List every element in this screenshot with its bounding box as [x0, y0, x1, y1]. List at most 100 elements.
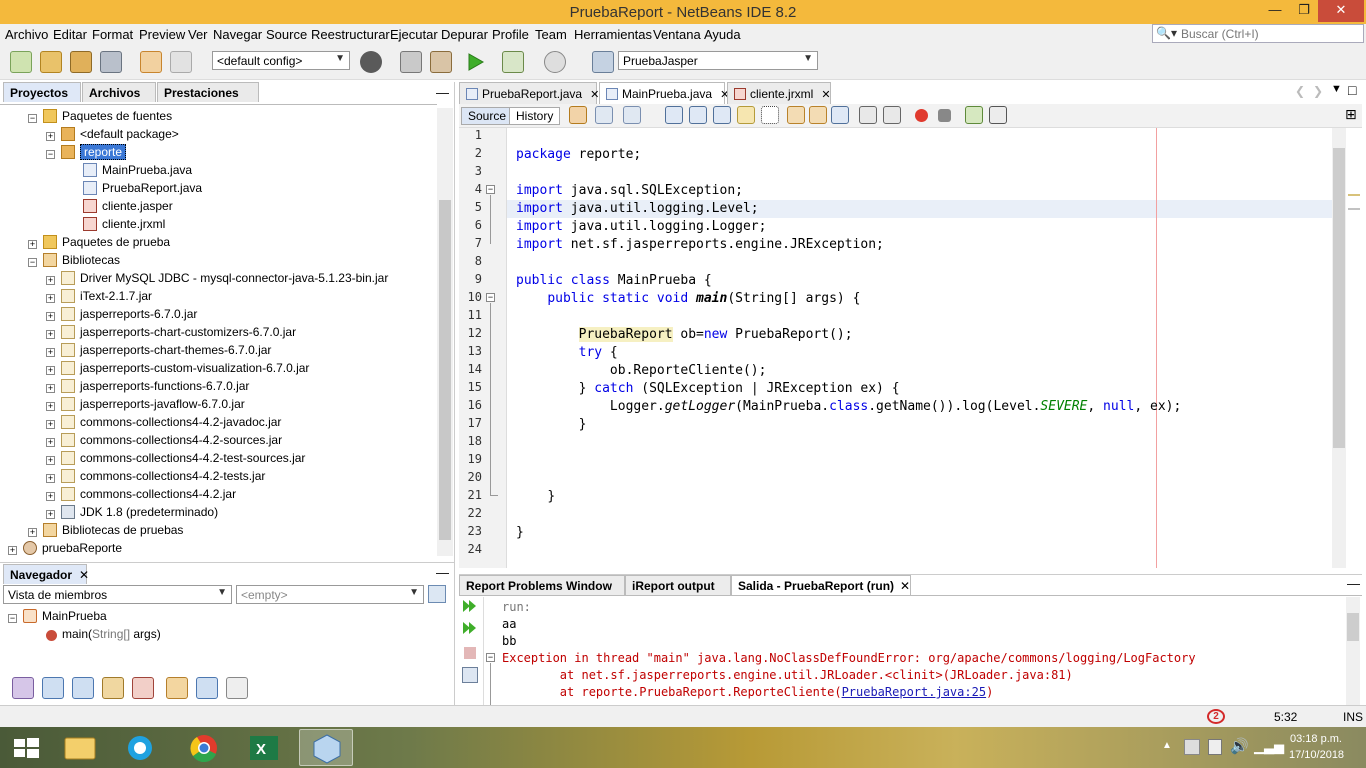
find-next-icon[interactable]: [713, 106, 731, 124]
tree-item[interactable]: + <default package>: [46, 125, 179, 143]
menu-depurar[interactable]: Depurar: [441, 27, 488, 42]
menu-preview[interactable]: Preview: [139, 27, 185, 42]
start-button[interactable]: [0, 729, 54, 766]
chrome-icon[interactable]: [177, 729, 231, 766]
editor-tab-cliente[interactable]: cliente.jrxml ✕: [727, 82, 831, 104]
menu-reestructurar[interactable]: Reestructurar: [311, 27, 390, 42]
comment-icon[interactable]: [965, 106, 983, 124]
tree-item[interactable]: cliente.jasper: [83, 197, 173, 215]
start-macro-icon[interactable]: [915, 109, 928, 122]
rect-select-icon[interactable]: [761, 106, 779, 124]
rerun-params-icon[interactable]: [462, 621, 478, 638]
expand-icon[interactable]: +: [46, 366, 55, 375]
toggle-bookmark-icon[interactable]: [831, 106, 849, 124]
tab-navegador[interactable]: Navegador ✕: [3, 564, 89, 584]
navigator-class[interactable]: − MainPrueba: [8, 607, 107, 625]
shift-left-icon[interactable]: [859, 106, 877, 124]
menu-source[interactable]: Source: [266, 27, 307, 42]
expand-icon[interactable]: +: [46, 474, 55, 483]
scroll-tabs-right-icon[interactable]: ❯: [1313, 84, 1323, 98]
filter-combo[interactable]: <empty> ▼: [236, 585, 424, 604]
menu-editar[interactable]: Editar: [53, 27, 87, 42]
battery-icon[interactable]: [1208, 739, 1222, 755]
editor-scrollbar[interactable]: [1332, 128, 1346, 568]
minimize-panel-icon[interactable]: —: [436, 565, 449, 580]
undo-icon[interactable]: [140, 51, 162, 73]
show-private-icon[interactable]: [102, 677, 124, 699]
clock-date[interactable]: 17/10/2018: [1289, 749, 1344, 761]
minimize-button[interactable]: —: [1260, 0, 1290, 22]
profile-icon[interactable]: [544, 51, 566, 73]
menu-navegar[interactable]: Navegar: [213, 27, 262, 42]
search-box[interactable]: 🔍▾ Buscar (Ctrl+I): [1152, 24, 1364, 43]
expand-icon[interactable]: +: [46, 348, 55, 357]
sort-by-source-icon[interactable]: [226, 677, 248, 699]
expand-icon[interactable]: +: [46, 456, 55, 465]
menu-archivo[interactable]: Archivo: [5, 27, 48, 42]
tab-ireport-output[interactable]: iReport output: [625, 575, 731, 595]
scroll-tabs-left-icon[interactable]: ❮: [1295, 84, 1305, 98]
fold-icon[interactable]: −: [486, 653, 495, 662]
expand-icon[interactable]: +: [46, 330, 55, 339]
expand-icon[interactable]: +: [28, 240, 37, 249]
close-icon[interactable]: ✕: [900, 579, 910, 593]
menu-format[interactable]: Format: [92, 27, 133, 42]
uncomment-icon[interactable]: [989, 106, 1007, 124]
stop-macro-icon[interactable]: [938, 109, 951, 122]
tree-item[interactable]: + commons-collections4-4.2-test-sources.j…: [46, 449, 305, 467]
expand-icon[interactable]: +: [46, 420, 55, 429]
run-icon[interactable]: [464, 51, 486, 73]
expand-icon[interactable]: +: [46, 294, 55, 303]
project-combo[interactable]: PruebaJasper ▼: [618, 51, 818, 70]
file-explorer-icon[interactable]: [53, 729, 107, 766]
new-file-icon[interactable]: [10, 51, 32, 73]
tree-item[interactable]: + Paquetes de prueba: [28, 233, 170, 251]
new-project-icon[interactable]: [40, 51, 62, 73]
menu-profile[interactable]: Profile: [492, 27, 529, 42]
tree-item[interactable]: + pruebaReporte: [8, 539, 122, 557]
expand-icon[interactable]: +: [46, 402, 55, 411]
tab-list-icon[interactable]: ▼: [1331, 83, 1342, 95]
tree-item[interactable]: + jasperreports-6.7.0.jar: [46, 305, 197, 323]
shift-right-icon[interactable]: [883, 106, 901, 124]
last-edit-icon[interactable]: [569, 106, 587, 124]
tree-item[interactable]: − Bibliotecas: [28, 251, 120, 269]
clean-build-icon[interactable]: [430, 51, 452, 73]
projects-scrollbar[interactable]: [437, 108, 453, 556]
menu-ver[interactable]: Ver: [188, 27, 208, 42]
tree-item[interactable]: cliente.jrxml: [83, 215, 165, 233]
tree-item[interactable]: + jasperreports-custom-visualization-6.7.…: [46, 359, 309, 377]
error-stripe-mark[interactable]: [1348, 208, 1360, 210]
expand-icon[interactable]: +: [46, 492, 55, 501]
close-icon[interactable]: ✕: [821, 89, 830, 101]
menu-ventana[interactable]: Ventana: [653, 27, 701, 42]
tree-item[interactable]: MainPrueba.java: [83, 161, 192, 179]
fold-icon[interactable]: −: [486, 185, 495, 194]
scrollbar-thumb[interactable]: [1333, 148, 1345, 448]
save-all-icon[interactable]: [100, 51, 122, 73]
internet-explorer-icon[interactable]: [113, 729, 167, 766]
tab-proyectos[interactable]: Proyectos: [3, 82, 81, 102]
tree-item[interactable]: + jasperreports-chart-customizers-6.7.0.j…: [46, 323, 296, 341]
error-stripe-mark[interactable]: [1348, 194, 1360, 196]
expand-icon[interactable]: +: [46, 276, 55, 285]
prev-bookmark-icon[interactable]: [787, 106, 805, 124]
view-combo[interactable]: Vista de miembros ▼: [3, 585, 232, 604]
fields-filter-icon[interactable]: [12, 677, 34, 699]
maximize-icon[interactable]: □: [1348, 82, 1356, 98]
code-area[interactable]: package reporte; import java.sql.SQLExce…: [507, 128, 1332, 568]
tree-item[interactable]: PruebaReport.java: [83, 179, 202, 197]
excel-icon[interactable]: X: [237, 729, 291, 766]
expand-icon[interactable]: +: [46, 438, 55, 447]
expand-icon[interactable]: +: [46, 132, 55, 141]
tree-item[interactable]: + commons-collections4-4.2-tests.jar: [46, 467, 265, 485]
notification-badge[interactable]: 2: [1207, 709, 1225, 724]
menu-herramientas[interactable]: Herramientas: [574, 27, 652, 42]
tree-item[interactable]: + Driver MySQL JDBC - mysql-connector-jav…: [46, 269, 388, 287]
network-icon[interactable]: ▁▃▅: [1254, 739, 1284, 755]
fold-icon[interactable]: −: [486, 293, 495, 302]
editor-tab-mainprueba[interactable]: MainPrueba.java ✕: [599, 82, 729, 104]
scrollbar-thumb[interactable]: [439, 200, 451, 540]
theme-globe-icon[interactable]: [360, 51, 382, 73]
rerun-icon[interactable]: [462, 599, 478, 616]
